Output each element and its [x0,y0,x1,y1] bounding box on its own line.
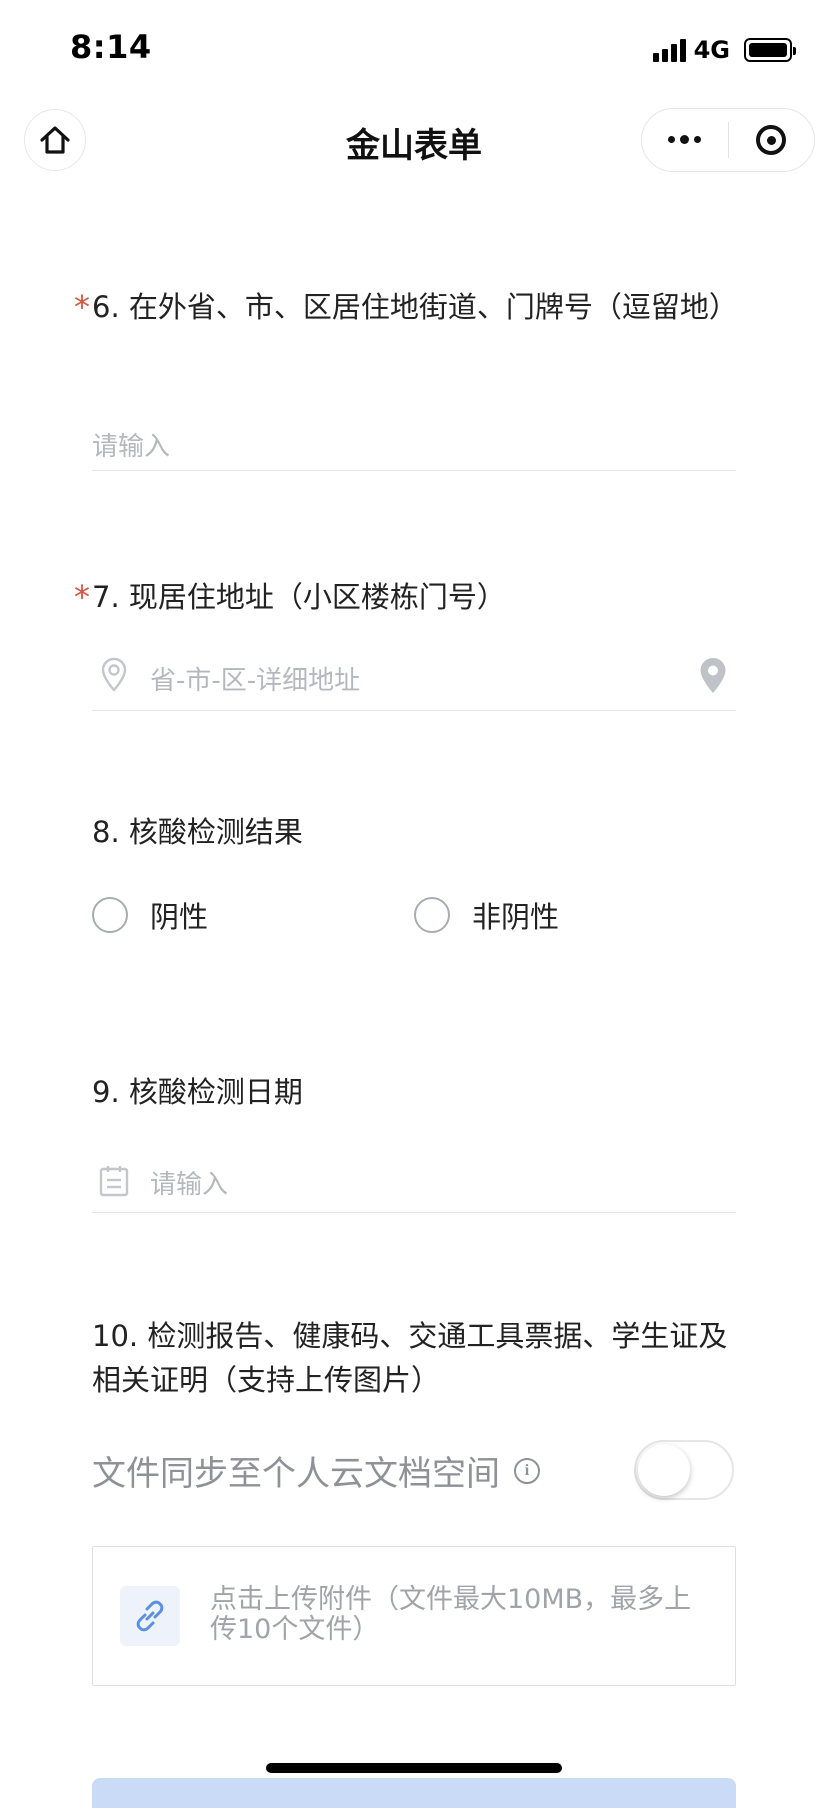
q8-option-1[interactable]: 阴性 [92,894,208,936]
q8-option-1-label: 阴性 [150,900,209,934]
required-mark: * [74,288,90,326]
home-indicator [266,1763,562,1773]
q9-placeholder: 请输入 [150,1170,229,1200]
network-type: 4G [693,36,730,64]
q10-title: 10. 检测报告、健康码、交通工具票据、学生证及相关证明（支持上传图片） [92,1319,728,1397]
q6-title: * 6. 在外省、市、区居住地街道、门牌号（逗留地） [74,286,754,328]
sync-cloud-text: 文件同步至个人云文档空间 [92,1454,500,1494]
q8-option-2-label: 非阴性 [472,900,560,934]
radio-button[interactable] [414,897,450,933]
signal-icon [652,38,686,62]
q7-title: * 7. 现居住地址（小区楼栋门号） [74,576,754,618]
more-button[interactable] [642,109,728,171]
radio-button[interactable] [92,897,128,933]
sync-cloud-label: 文件同步至个人云文档空间 i [92,1446,540,1495]
link-icon [120,1586,180,1646]
calendar-icon [99,1166,129,1197]
info-icon[interactable]: i [514,1457,540,1484]
required-mark: * [74,578,90,616]
q9-date-input[interactable]: 请输入 [92,1154,736,1213]
upload-attachment-area[interactable]: 点击上传附件（文件最大10MB，最多上传10个文件） [92,1546,736,1686]
q8-option-2[interactable]: 非阴性 [414,894,559,936]
location-outline-icon [101,657,127,692]
sync-cloud-toggle[interactable] [634,1440,734,1500]
close-mini-program-button[interactable] [729,109,815,171]
toggle-knob [638,1444,690,1496]
q6-title-text: 6. 在外省、市、区居住地街道、门牌号（逗留地） [92,290,738,324]
mini-program-capsule [641,108,815,172]
q8-title: 8. 核酸检测结果 [92,815,303,849]
battery-icon [744,38,796,62]
submit-button[interactable] [92,1778,736,1808]
more-dots-icon [668,135,702,144]
upload-hint-text: 点击上传附件（文件最大10MB，最多上传10个文件） [210,1584,692,1645]
status-time: 8:14 [70,28,152,66]
q6-input[interactable]: 请输入 [92,418,736,471]
q7-title-text: 7. 现居住地址（小区楼栋门号） [92,580,506,614]
target-close-icon [756,125,787,155]
q7-placeholder: 省-市-区-详细地址 [150,666,361,696]
location-pick-icon[interactable] [698,656,728,696]
q7-address-input[interactable]: 省-市-区-详细地址 [92,648,736,711]
status-icons: 4G [652,36,796,64]
q9-title: 9. 核酸检测日期 [92,1075,303,1109]
q6-placeholder: 请输入 [92,432,171,462]
